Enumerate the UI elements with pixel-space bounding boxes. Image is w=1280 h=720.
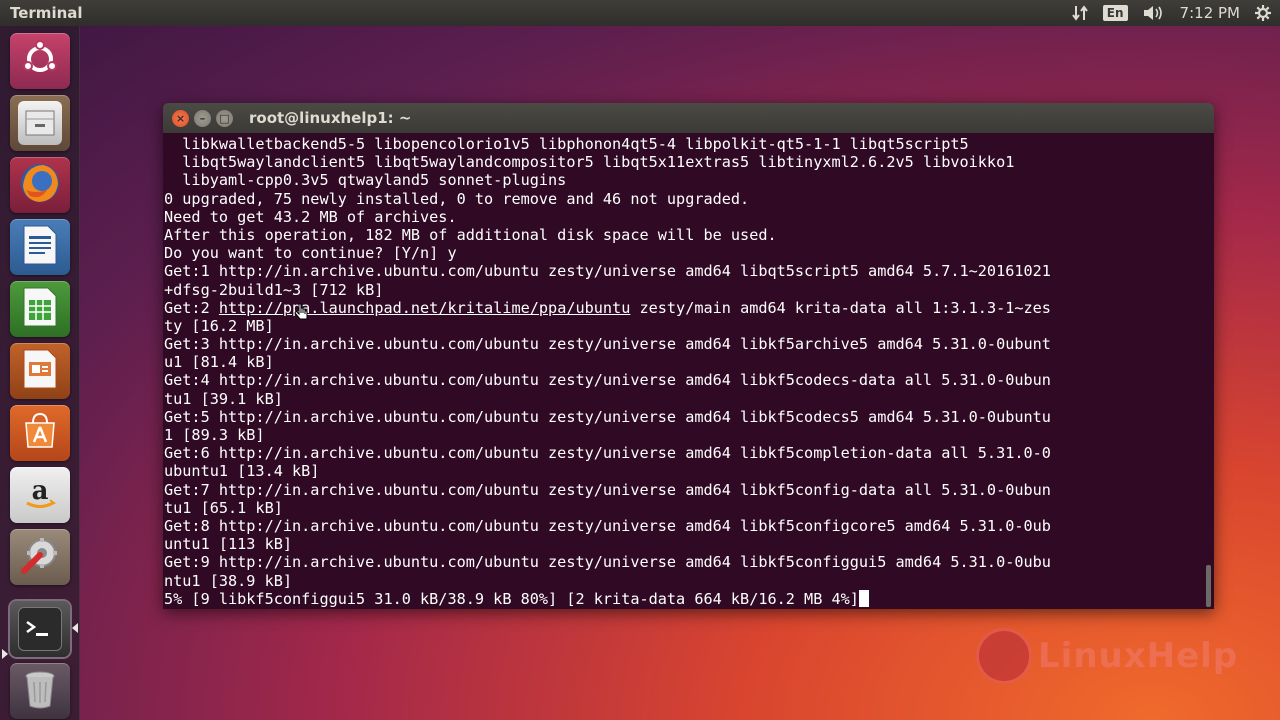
maximize-icon: □ xyxy=(219,112,230,125)
terminal-line: libqt5waylandclient5 libqt5waylandcompos… xyxy=(164,153,1015,172)
writer-document-icon xyxy=(22,224,58,270)
network-updown-icon[interactable] xyxy=(1071,4,1089,22)
linuxhelp-watermark: LinuxHelp xyxy=(976,628,1238,684)
settings-gear-icon[interactable] xyxy=(1254,4,1272,22)
terminal-line: Get:9 http://in.archive.ubuntu.com/ubunt… xyxy=(164,553,1051,572)
file-cabinet-icon xyxy=(18,101,62,145)
terminal-line: tu1 [39.1 kB] xyxy=(164,389,283,408)
svg-text:a: a xyxy=(32,476,49,506)
terminal-line: tu1 [65.1 kB] xyxy=(164,498,283,517)
terminal-scrollbar[interactable] xyxy=(1206,565,1211,607)
calc-spreadsheet-icon xyxy=(22,286,58,332)
clock[interactable]: 7:12 PM xyxy=(1180,4,1240,22)
terminal-line: +dfsg-2build1~3 [712 kB] xyxy=(164,280,384,299)
running-indicator xyxy=(2,649,8,659)
close-icon: × xyxy=(175,112,186,125)
terminal-line: libkwalletbackend5-5 libopencolorio1v5 l… xyxy=(164,135,969,153)
terminal-line: Do you want to continue? [Y/n] y xyxy=(164,244,457,263)
ubuntu-logo-icon xyxy=(20,39,60,83)
firefox-icon xyxy=(17,160,63,210)
terminal-line: ty [16.2 MB] xyxy=(164,316,274,335)
terminal-window[interactable]: × – □ root@linuxhelp1: ~ libkwalletbacke… xyxy=(163,103,1214,609)
volume-icon[interactable] xyxy=(1142,4,1166,22)
active-app-title: Terminal xyxy=(10,4,83,22)
launcher-libreoffice-calc[interactable] xyxy=(10,281,70,337)
terminal-line: Get:2 http://ppa.launchpad.net/kritalime… xyxy=(164,299,1204,317)
terminal-line: Get:3 http://in.archive.ubuntu.com/ubunt… xyxy=(164,335,1051,354)
terminal-line: ntu1 [38.9 kB] xyxy=(164,571,293,590)
close-button[interactable]: × xyxy=(172,110,189,127)
keyboard-layout-label: En xyxy=(1102,5,1128,21)
line-prefix: Get:2 xyxy=(164,298,219,317)
terminal-output[interactable]: libkwalletbackend5-5 libopencolorio1v5 l… xyxy=(163,135,1204,609)
impress-presentation-icon xyxy=(22,348,58,394)
terminal-line: 0 upgraded, 75 newly installed, 0 to rem… xyxy=(164,189,750,208)
launcher-trash[interactable] xyxy=(10,663,70,719)
system-settings-icon xyxy=(18,533,62,581)
launcher: a xyxy=(0,26,80,720)
terminal-line: ubuntu1 [13.4 kB] xyxy=(164,462,320,481)
launcher-ubuntu-dash[interactable] xyxy=(10,33,70,89)
progress-line: 5% [9 libkf5configgui5 31.0 kB/38.9 kB 8… xyxy=(164,589,1204,608)
software-bag-icon xyxy=(20,411,60,455)
line-suffix: zesty/main amd64 krita-data all 1:3.1.3-… xyxy=(630,298,1051,317)
launcher-libreoffice-writer[interactable] xyxy=(10,219,70,275)
terminal-line: u1 [81.4 kB] xyxy=(164,353,274,372)
launcher-system-settings[interactable] xyxy=(10,529,70,585)
launcher-files[interactable] xyxy=(10,95,70,151)
terminal-line: Get:1 http://in.archive.ubuntu.com/ubunt… xyxy=(164,262,1051,281)
focus-indicator xyxy=(72,623,78,633)
progress-text: 5% [9 libkf5configgui5 31.0 kB/38.9 kB 8… xyxy=(164,589,859,608)
terminal-line: Need to get 43.2 MB of archives. xyxy=(164,207,457,226)
terminal-line: Get:4 http://in.archive.ubuntu.com/ubunt… xyxy=(164,371,1051,390)
window-title: root@linuxhelp1: ~ xyxy=(249,109,412,127)
linuxhelp-logo-icon xyxy=(976,628,1032,684)
minimize-button[interactable]: – xyxy=(194,110,211,127)
window-titlebar[interactable]: × – □ root@linuxhelp1: ~ xyxy=(163,103,1214,133)
terminal-line: libyaml-cpp0.3v5 qtwayland5 sonnet-plugi… xyxy=(164,171,567,190)
launcher-libreoffice-impress[interactable] xyxy=(10,343,70,399)
terminal-line: untu1 [113 kB] xyxy=(164,535,293,554)
terminal-line: Get:6 http://in.archive.ubuntu.com/ubunt… xyxy=(164,444,1051,463)
minimize-icon: – xyxy=(199,112,206,125)
top-panel: Terminal En 7:12 PM xyxy=(0,0,1280,26)
terminal-icon xyxy=(18,607,62,651)
keyboard-layout-icon[interactable]: En xyxy=(1102,5,1128,21)
amazon-icon: a xyxy=(20,473,60,517)
trash-icon xyxy=(22,668,58,714)
watermark-text: LinuxHelp xyxy=(1038,636,1239,676)
text-cursor xyxy=(858,589,869,607)
terminal-line: Get:8 http://in.archive.ubuntu.com/ubunt… xyxy=(164,516,1051,535)
terminal-line: 1 [89.3 kB] xyxy=(164,426,265,444)
ppa-link[interactable]: http://ppa.launchpad.net/kritalime/ppa/u… xyxy=(219,299,630,317)
launcher-amazon[interactable]: a xyxy=(10,467,70,523)
launcher-terminal[interactable] xyxy=(10,601,70,657)
terminal-line: Get:5 http://in.archive.ubuntu.com/ubunt… xyxy=(164,407,1051,426)
terminal-line: After this operation, 182 MB of addition… xyxy=(164,225,777,244)
indicator-area: En 7:12 PM xyxy=(1071,0,1272,26)
mouse-pointer-icon xyxy=(294,302,310,326)
maximize-button[interactable]: □ xyxy=(216,110,233,127)
launcher-ubuntu-software[interactable] xyxy=(10,405,70,461)
terminal-line: Get:7 http://in.archive.ubuntu.com/ubunt… xyxy=(164,480,1051,499)
launcher-firefox[interactable] xyxy=(10,157,70,213)
